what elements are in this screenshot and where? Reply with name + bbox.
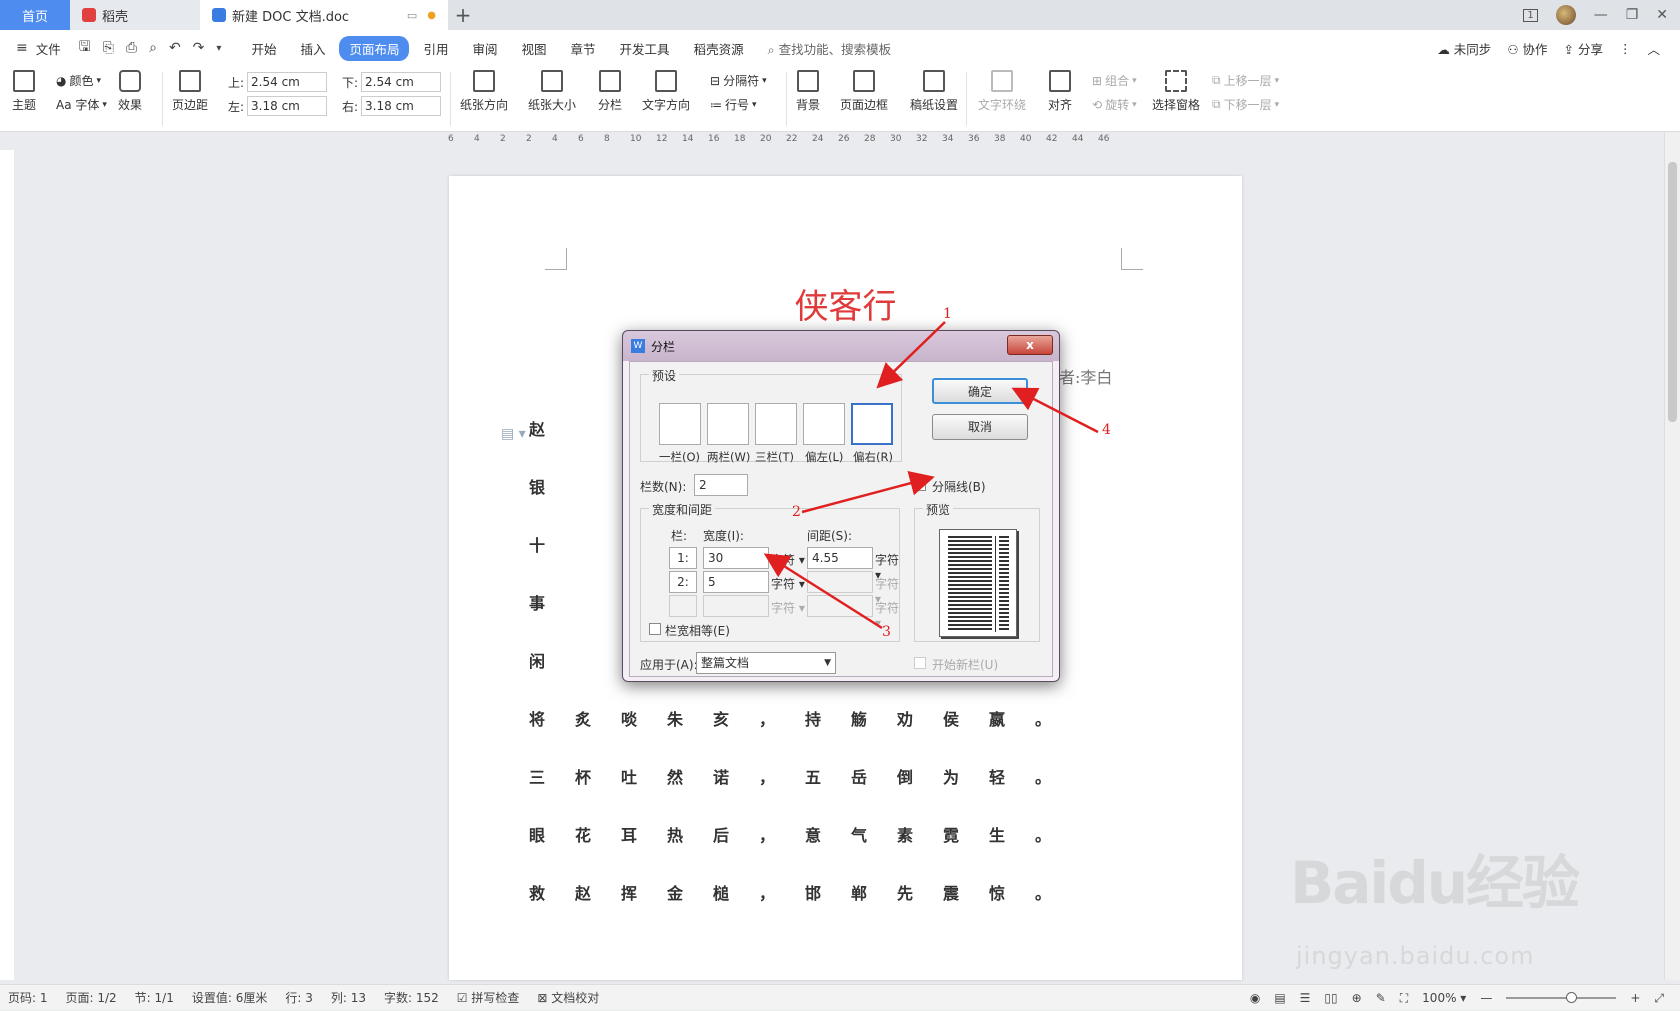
zoom-out-icon[interactable]: — bbox=[1480, 991, 1492, 1005]
baidu-watermark-url: jingyan.baidu.com bbox=[1296, 942, 1535, 970]
expand-icon[interactable]: ⤢ bbox=[1654, 991, 1664, 1006]
status-page-number[interactable]: 页码: 1 bbox=[8, 989, 48, 1006]
annotation-arrow-1 bbox=[876, 321, 946, 389]
status-bar: 页码: 1 页面: 1/2 节: 1/1 设置值: 6厘米 行: 3 列: 13… bbox=[0, 984, 1680, 1010]
pen-icon[interactable]: ✎ bbox=[1376, 991, 1386, 1005]
status-word-count[interactable]: 字数: 152 bbox=[384, 989, 439, 1006]
status-column[interactable]: 列: 13 bbox=[331, 989, 366, 1006]
page-view-icon[interactable]: ▤ bbox=[1274, 991, 1285, 1005]
annotation-number-3: 3 bbox=[882, 624, 891, 640]
zoom-slider[interactable] bbox=[1506, 992, 1617, 1003]
annotation-arrow-4 bbox=[1011, 387, 1099, 434]
proofread-icon: ⊠ bbox=[537, 991, 552, 1005]
annotation-number-1: 1 bbox=[943, 306, 952, 322]
fit-page-icon[interactable]: ⛶ bbox=[1400, 991, 1408, 1006]
zoom-in-icon[interactable]: + bbox=[1630, 991, 1640, 1005]
status-page[interactable]: 页面: 1/2 bbox=[66, 989, 117, 1006]
annotation-arrow-3 bbox=[763, 553, 883, 630]
annotation-number-4: 4 bbox=[1102, 422, 1111, 438]
zoom-level[interactable]: 100% ▾ bbox=[1422, 991, 1466, 1005]
proofread-button[interactable]: ⊠ 文档校对 bbox=[537, 989, 599, 1006]
annotation-number-2: 2 bbox=[792, 504, 801, 520]
baidu-watermark-logo: Baidu经验 bbox=[1290, 849, 1580, 917]
zoom-label: 100% bbox=[1422, 991, 1457, 1005]
annotation-arrow-2 bbox=[801, 471, 935, 514]
status-right: ◉ ▤ ☰ ▯▯ ⊕ ✎ ⛶ 100% ▾ — + ⤢ bbox=[1250, 985, 1664, 1011]
eye-icon[interactable]: ◉ bbox=[1250, 991, 1260, 1005]
spell-check-label: 拼写检查 bbox=[471, 991, 520, 1005]
status-setting[interactable]: 设置值: 6厘米 bbox=[192, 989, 268, 1006]
outline-view-icon[interactable]: ☰ bbox=[1300, 991, 1311, 1005]
web-view-icon[interactable]: ⊕ bbox=[1352, 991, 1362, 1005]
spell-check-button[interactable]: ☑ 拼写检查 bbox=[457, 989, 520, 1006]
zoom-slider-knob[interactable] bbox=[1566, 992, 1578, 1003]
check-icon: ☑ bbox=[456, 991, 472, 1005]
proofread-label: 文档校对 bbox=[551, 991, 600, 1005]
status-section[interactable]: 节: 1/1 bbox=[135, 989, 174, 1006]
read-view-icon[interactable]: ▯▯ bbox=[1324, 991, 1337, 1005]
status-line[interactable]: 行: 3 bbox=[285, 989, 313, 1006]
